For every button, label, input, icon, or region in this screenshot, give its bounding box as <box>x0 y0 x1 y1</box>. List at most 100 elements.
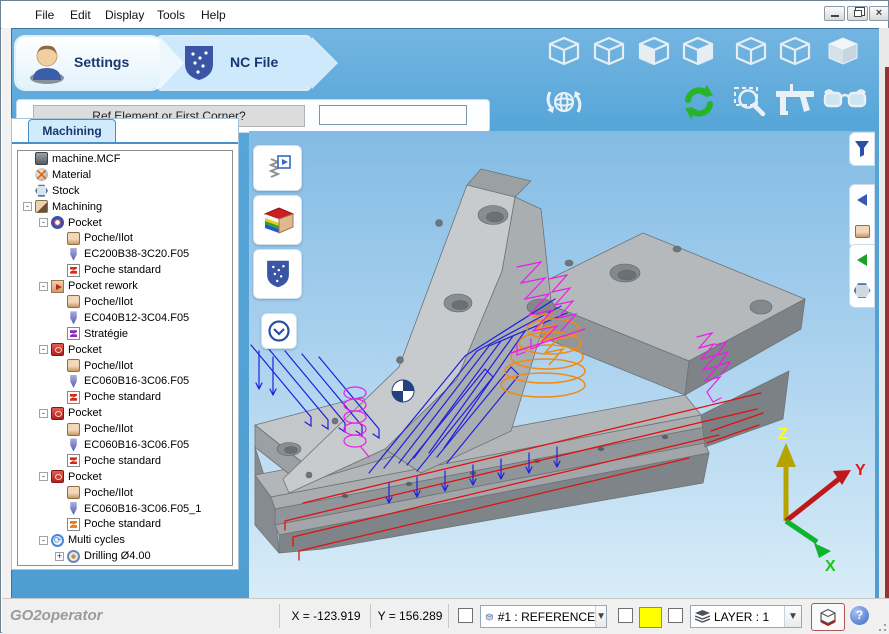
3d-viewport[interactable]: Z Y X <box>249 131 875 598</box>
tree-expander[interactable]: - <box>23 202 32 211</box>
stock-hexagon-icon <box>854 283 871 299</box>
layer-checkbox[interactable] <box>668 608 683 623</box>
view-bottom-cube-icon[interactable] <box>773 34 817 73</box>
prompt-input[interactable] <box>319 105 467 125</box>
axis-y-label: Y <box>855 462 866 479</box>
help-button[interactable]: ? <box>850 606 869 625</box>
flag-red-icon <box>67 264 80 277</box>
color-swatch-yellow[interactable] <box>639 607 662 628</box>
tree-item-label: Poche standard <box>84 518 161 530</box>
tree-item[interactable]: Poche standard <box>18 262 232 278</box>
nc-shield-button[interactable] <box>253 249 302 299</box>
tree-item[interactable]: Material <box>18 167 232 183</box>
menu-display[interactable]: Display <box>102 7 147 23</box>
poche-flap[interactable] <box>849 184 875 248</box>
tree-expander[interactable]: - <box>39 472 48 481</box>
red-base-cube-icon <box>817 607 839 627</box>
menu-edit[interactable]: Edit <box>67 7 94 23</box>
tree-item[interactable]: Poche/Ilot <box>18 294 232 310</box>
tree-item-label: EC200B38-3C20.F05 <box>84 248 189 260</box>
tree-expander[interactable]: - <box>39 218 48 227</box>
tree-item[interactable]: Poche/Ilot <box>18 358 232 374</box>
tree-item[interactable]: EC060B16-3C06.F05 <box>18 373 232 389</box>
tree-item[interactable]: Stratégie <box>18 326 232 342</box>
tree-item[interactable]: - Multi cycles <box>18 532 232 548</box>
reference-checkbox[interactable] <box>458 608 473 623</box>
tree-item[interactable]: Stock <box>18 183 232 199</box>
view-back-cube-icon[interactable] <box>587 34 631 73</box>
view-glasses-icon[interactable] <box>822 85 868 120</box>
tree-expander[interactable]: - <box>39 282 48 291</box>
flag-orange-icon <box>67 518 80 531</box>
tree-item[interactable]: EC200B38-3C20.F05 <box>18 246 232 262</box>
view-left-cube-icon[interactable] <box>632 34 676 73</box>
filter-flap[interactable] <box>849 132 875 166</box>
tool-icon <box>67 502 80 515</box>
tab-machining[interactable]: Machining <box>28 119 116 143</box>
measure-caliper-icon[interactable] <box>774 82 818 127</box>
tree-item[interactable]: - Pocket <box>18 469 232 485</box>
simulation-play-button[interactable] <box>253 145 302 191</box>
tree-item[interactable]: EC040B12-3C04.F05 <box>18 310 232 326</box>
refresh-icon[interactable] <box>680 82 718 127</box>
head-icon <box>67 232 80 245</box>
reference-cube-icon <box>485 610 494 624</box>
tree-item[interactable]: - Pocket <box>18 405 232 421</box>
tree-expander[interactable]: - <box>39 345 48 354</box>
head-icon <box>67 295 80 308</box>
tree-item[interactable]: EC060B16-3C06.F05 <box>18 437 232 453</box>
tree-item[interactable]: - Pocket <box>18 215 232 231</box>
flag-red-icon <box>67 454 80 467</box>
tree-item[interactable]: - Pocket rework <box>18 278 232 294</box>
rotate-globe-icon[interactable] <box>544 84 584 127</box>
tree-item[interactable]: + Drilling Ø4.00 <box>18 548 232 564</box>
tree-item[interactable]: Poche standard <box>18 516 232 532</box>
3d-scene: Z Y X <box>249 131 875 598</box>
chevron-down-icon <box>267 319 291 343</box>
tree-item[interactable]: Poche/Ilot <box>18 421 232 437</box>
breadcrumb-settings[interactable]: Settings <box>16 37 160 89</box>
tree-expander[interactable]: - <box>39 536 48 545</box>
tree-expander[interactable]: + <box>55 552 64 561</box>
collapse-panel-button[interactable] <box>261 313 297 349</box>
zoom-fit-icon[interactable] <box>730 84 770 127</box>
tree-item-label: Poche/Ilot <box>84 232 133 244</box>
color-checkbox[interactable] <box>618 608 633 623</box>
menu-tools[interactable]: Tools <box>154 7 188 23</box>
close-button[interactable]: × <box>869 6 889 21</box>
layers-icon <box>695 610 710 623</box>
reference-select[interactable]: #1 : REFERENCE ▼ <box>480 605 607 628</box>
tree-expander[interactable]: - <box>39 409 48 418</box>
user-avatar-icon <box>28 42 66 84</box>
title-bar: File Edit Display Tools Help × <box>1 1 888 29</box>
tree-item[interactable]: - Machining <box>18 199 232 215</box>
tree-item[interactable]: - Pocket <box>18 342 232 358</box>
origin-marker <box>392 380 414 402</box>
menu-file[interactable]: File <box>32 7 57 23</box>
app-name: GO2operator <box>10 607 103 624</box>
tree-item-label: machine.MCF <box>52 153 120 165</box>
tool-icon <box>67 311 80 324</box>
menu-help[interactable]: Help <box>198 7 229 23</box>
tree-item[interactable]: Poche standard <box>18 389 232 405</box>
tree-item-label: Machining <box>52 201 102 213</box>
tree-item[interactable]: machine.MCF <box>18 151 232 167</box>
layer-select[interactable]: LAYER : 1 ▼ <box>690 605 802 628</box>
tree-item[interactable]: Poche/Ilot <box>18 230 232 246</box>
tree-item[interactable]: Poche/Ilot <box>18 485 232 501</box>
solid-cube-toggle-button[interactable] <box>811 603 845 631</box>
view-front-cube-icon[interactable] <box>542 34 586 73</box>
tree-item-label: Poche standard <box>84 391 161 403</box>
restore-button[interactable] <box>847 6 868 21</box>
tree-item[interactable]: EC060B16-3C06.F05_1 <box>18 501 232 517</box>
tree-item-label: Drilling Ø4.00 <box>84 550 151 562</box>
nc-shield-icon <box>184 45 214 81</box>
tree-item[interactable]: Poche standard <box>18 453 232 469</box>
stock-flap[interactable] <box>849 244 875 308</box>
view-iso-solid-cube-icon[interactable] <box>821 34 865 73</box>
minimize-button[interactable] <box>824 6 845 21</box>
view-right-cube-icon[interactable] <box>676 34 720 73</box>
resize-grip[interactable] <box>874 619 886 631</box>
color-layers-button[interactable] <box>253 195 302 245</box>
view-top-cube-icon[interactable] <box>729 34 773 73</box>
